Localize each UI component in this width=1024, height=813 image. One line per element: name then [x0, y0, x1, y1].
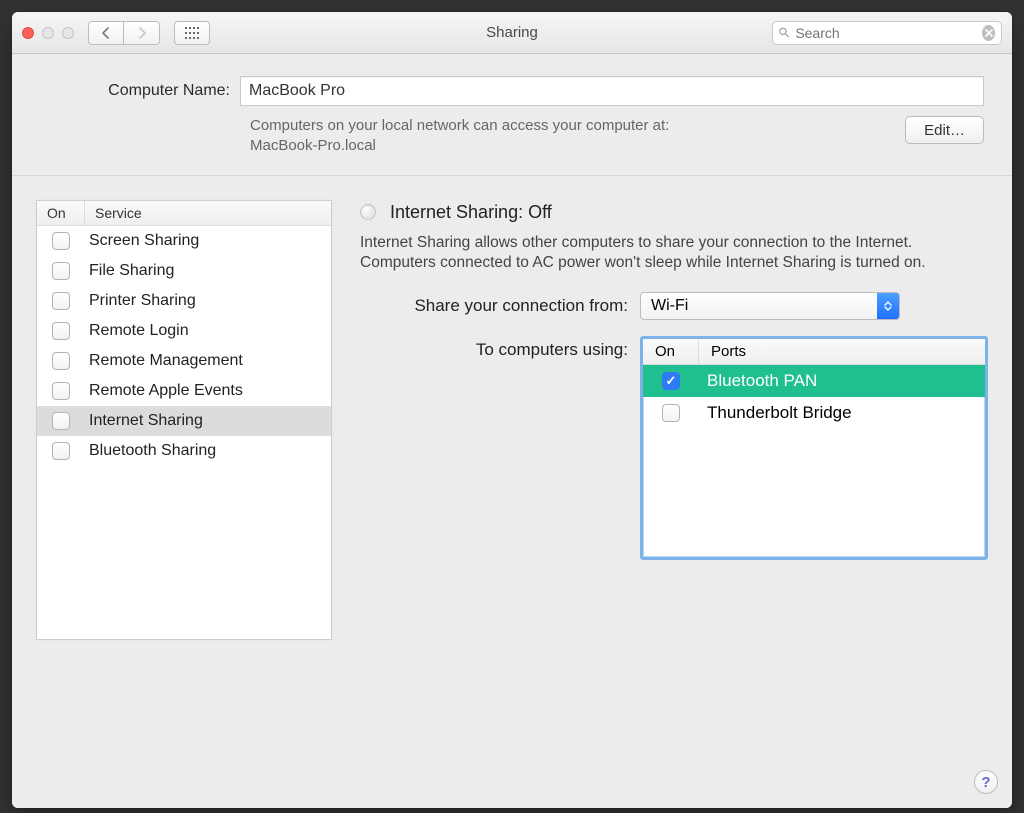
service-checkbox[interactable]: [52, 262, 70, 280]
help-button[interactable]: ?: [974, 770, 998, 794]
port-checkbox[interactable]: [662, 372, 680, 390]
ports-header: On Ports: [643, 339, 985, 365]
status-indicator-icon: [360, 204, 376, 220]
service-checkbox[interactable]: [52, 412, 70, 430]
service-row[interactable]: File Sharing: [37, 256, 331, 286]
service-detail: Internet Sharing: Off Internet Sharing a…: [360, 200, 988, 791]
ports-list[interactable]: On Ports Bluetooth PAN Thunderbolt Bridge: [640, 336, 988, 560]
share-from-value: Wi-Fi: [641, 297, 877, 315]
service-name: Remote Management: [85, 352, 331, 370]
port-row[interactable]: Thunderbolt Bridge: [643, 397, 985, 429]
edit-hostname-button[interactable]: Edit…: [905, 116, 984, 144]
port-name: Bluetooth PAN: [699, 371, 985, 391]
service-row[interactable]: Bluetooth Sharing: [37, 436, 331, 466]
service-checkbox[interactable]: [52, 352, 70, 370]
window-minimize-button[interactable]: [42, 27, 54, 39]
service-name: Remote Login: [85, 322, 331, 340]
service-name: Printer Sharing: [85, 292, 331, 310]
computer-name-input[interactable]: [240, 76, 984, 106]
content-area: On Service Screen Sharing File Sharing Pri…: [12, 176, 1012, 809]
search-input[interactable]: [795, 25, 976, 41]
port-row[interactable]: Bluetooth PAN: [643, 365, 985, 397]
computer-name-subtext: Computers on your local network can acce…: [250, 116, 669, 157]
service-name: Internet Sharing: [85, 412, 331, 430]
service-name: Bluetooth Sharing: [85, 442, 331, 460]
show-all-button[interactable]: [174, 21, 210, 45]
service-checkbox[interactable]: [52, 292, 70, 310]
clear-search-button[interactable]: [982, 25, 995, 41]
search-icon: [779, 26, 789, 39]
traffic-lights: [22, 27, 74, 39]
chevron-down-icon: [884, 306, 892, 311]
service-checkbox[interactable]: [52, 322, 70, 340]
preferences-window: Sharing Computer Name: Computers on your…: [12, 12, 1012, 808]
select-arrows-icon: [877, 293, 899, 319]
forward-button[interactable]: [124, 21, 160, 45]
header-service: Service: [85, 201, 331, 225]
service-checkbox[interactable]: [52, 232, 70, 250]
ports-header-on: On: [643, 339, 699, 364]
status-title: Internet Sharing: Off: [390, 202, 552, 223]
grid-icon: [185, 27, 199, 39]
chevron-left-icon: [101, 27, 111, 39]
search-field[interactable]: [772, 21, 1002, 45]
titlebar: Sharing: [12, 12, 1012, 54]
service-row[interactable]: Printer Sharing: [37, 286, 331, 316]
service-row[interactable]: Screen Sharing: [37, 226, 331, 256]
chevron-right-icon: [137, 27, 147, 39]
computer-name-label: Computer Name:: [40, 82, 240, 100]
service-row[interactable]: Remote Login: [37, 316, 331, 346]
service-checkbox[interactable]: [52, 382, 70, 400]
service-name: Remote Apple Events: [85, 382, 331, 400]
share-from-label: Share your connection from:: [360, 296, 640, 316]
window-zoom-button[interactable]: [62, 27, 74, 39]
header-on: On: [37, 201, 85, 225]
nav-back-forward: [88, 21, 160, 45]
service-row[interactable]: Remote Management: [37, 346, 331, 376]
service-row[interactable]: Internet Sharing: [37, 406, 331, 436]
computer-name-section: Computer Name: Computers on your local n…: [12, 54, 1012, 176]
service-list-header: On Service: [37, 201, 331, 226]
window-close-button[interactable]: [22, 27, 34, 39]
x-icon: [985, 29, 993, 37]
service-row[interactable]: Remote Apple Events: [37, 376, 331, 406]
port-name: Thunderbolt Bridge: [699, 403, 985, 423]
ports-header-ports: Ports: [699, 339, 985, 364]
network-access-line: Computers on your local network can acce…: [250, 117, 669, 134]
service-list[interactable]: On Service Screen Sharing File Sharing Pri…: [36, 200, 332, 640]
to-computers-using-label: To computers using:: [360, 336, 640, 360]
share-from-select[interactable]: Wi-Fi: [640, 292, 900, 320]
local-hostname: MacBook-Pro.local: [250, 137, 376, 154]
back-button[interactable]: [88, 21, 124, 45]
port-checkbox[interactable]: [662, 404, 680, 422]
service-checkbox[interactable]: [52, 442, 70, 460]
service-name: Screen Sharing: [85, 232, 331, 250]
service-description: Internet Sharing allows other computers …: [360, 233, 960, 275]
service-name: File Sharing: [85, 262, 331, 280]
